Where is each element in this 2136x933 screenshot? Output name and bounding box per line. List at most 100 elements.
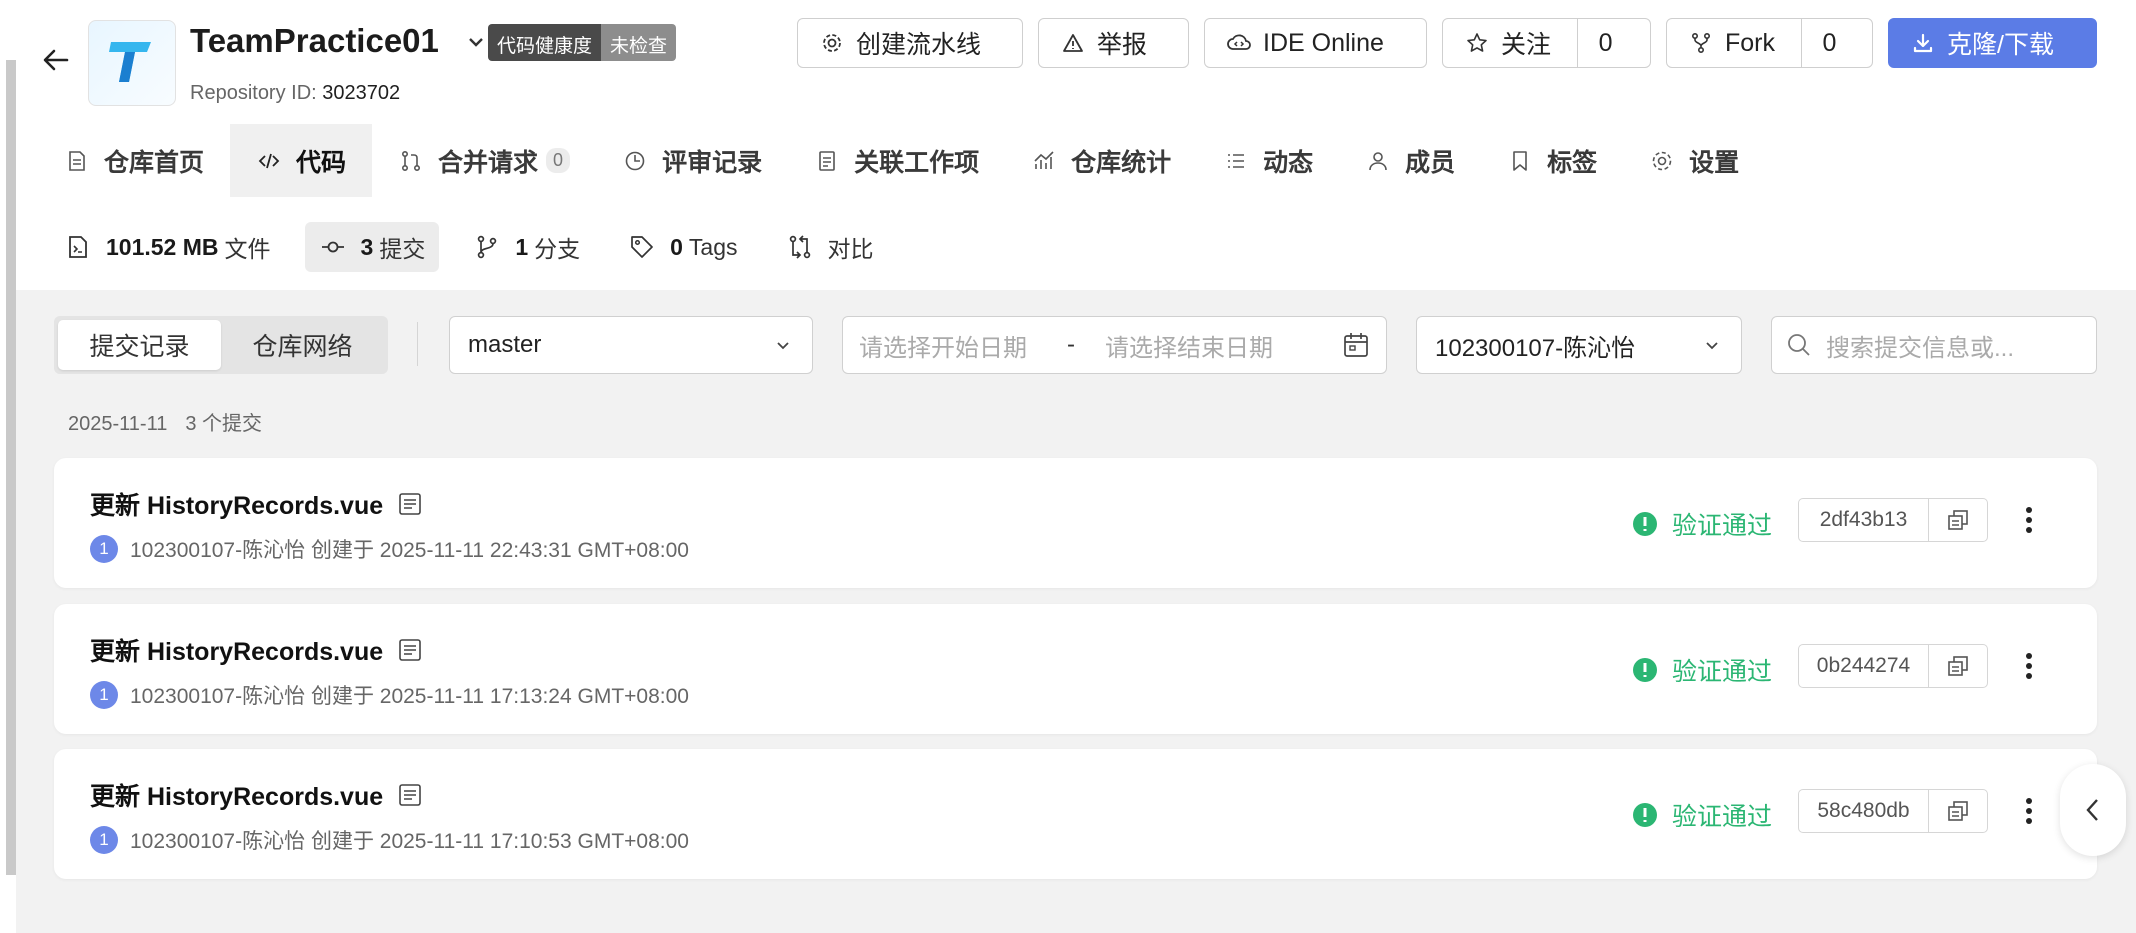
follow-label: 关注 [1501,31,1552,59]
author-select[interactable]: 102300107-陈沁怡 [1416,316,1742,374]
tab-merge-requests[interactable]: 合并请求 0 [372,124,596,197]
tab-settings[interactable]: 设置 [1623,124,1765,197]
compare-icon [786,233,814,261]
clone-download-button[interactable]: 克隆/下载 [1888,18,2097,68]
stat-commits[interactable]: 3 提交 [304,222,440,272]
tab-label: 标签 [1547,148,1598,177]
chevron-down-icon [1703,335,1723,355]
search-icon [1786,332,1812,358]
commit-title-text: 更新 HistoryRecords.vue [90,783,384,811]
commit-title-text: 更新 HistoryRecords.vue [90,638,384,666]
success-alert-icon [1633,803,1657,827]
tab-label: 评审记录 [662,148,763,177]
date-range-picker[interactable]: 请选择开始日期 - 请选择结束日期 [842,316,1387,374]
seg-repo-network[interactable]: 仓库网络 [221,320,384,370]
tab-code[interactable]: 代码 [230,124,373,197]
tab-work-items[interactable]: 关联工作项 [788,124,1005,197]
commit-search-input[interactable]: 搜索提交信息或... [1771,316,2097,374]
chevron-down-icon [774,335,794,355]
commit-card[interactable]: 更新 HistoryRecords.vue 1 102300107-陈沁怡 创建… [54,604,2097,734]
stat-size[interactable]: 101.52 MB 文件 [50,222,285,272]
stat-branches-value: 1 [515,233,529,260]
more-vertical-icon[interactable] [2014,789,2044,833]
ide-online-button[interactable]: IDE Online [1204,18,1427,68]
stat-compare[interactable]: 对比 [772,222,888,272]
author-avatar: 1 [90,535,118,563]
commit-title[interactable]: 更新 HistoryRecords.vue [90,777,425,813]
stat-commits-label: 提交 [379,236,426,262]
tag-icon [628,233,656,261]
verification-status[interactable]: 验证通过 [1632,652,1772,688]
copy-icon[interactable] [1929,790,1987,832]
merge-icon [398,148,424,174]
stat-size-value: 101.52 MB [106,233,219,260]
commit-hash-value[interactable]: 58c480db [1799,790,1929,832]
repo-name[interactable]: TeamPractice01 [190,22,439,60]
stat-tags-label: Tags [688,233,738,260]
commit-hash-value[interactable]: 2df43b13 [1799,499,1929,541]
tab-home[interactable]: 仓库首页 [38,124,230,197]
tab-activity[interactable]: 动态 [1197,124,1339,197]
end-date-input[interactable]: 请选择结束日期 [1105,328,1273,363]
back-arrow-icon[interactable] [36,40,76,80]
author-avatar: 1 [90,826,118,854]
workitem-icon [814,148,840,174]
follow-button[interactable]: 关注 0 [1442,18,1651,68]
list-icon [1223,148,1249,174]
stat-size-label: 文件 [224,236,271,262]
document-icon[interactable] [397,490,425,518]
warning-icon [1061,31,1085,55]
cloud-code-icon [1227,31,1251,55]
commit-card[interactable]: 更新 HistoryRecords.vue 1 102300107-陈沁怡 创建… [54,749,2097,879]
repo-tabs: 仓库首页 代码 合并请求 0 评审记录 关联工作项 仓库统计 动态 成员 标签 … [38,124,1765,197]
health-badge[interactable]: 代码健康度 未检查 [488,24,677,61]
collapse-panel-button[interactable] [2060,764,2126,856]
start-date-input[interactable]: 请选择开始日期 [859,328,1027,363]
tab-statistics[interactable]: 仓库统计 [1005,124,1197,197]
commit-card[interactable]: 更新 HistoryRecords.vue 1 102300107-陈沁怡 创建… [54,458,2097,588]
document-icon[interactable] [397,781,425,809]
document-icon[interactable] [397,636,425,664]
download-icon [1911,31,1935,55]
fork-icon [1689,31,1713,55]
chevron-down-icon[interactable] [464,30,488,54]
stat-branches[interactable]: 1 分支 [459,222,594,272]
commit-meta-text: 102300107-陈沁怡 创建于 2025-11-11 17:10:53 GM… [130,830,689,853]
branch-select[interactable]: master [449,316,813,374]
tab-label: 仓库首页 [104,148,205,177]
calendar-icon[interactable] [1342,331,1370,359]
commit-hash-value[interactable]: 0b244274 [1799,645,1929,687]
more-vertical-icon[interactable] [2014,644,2044,688]
commit-title[interactable]: 更新 HistoryRecords.vue [90,486,425,522]
bookmark-icon [1507,148,1533,174]
scrollbar[interactable] [6,60,16,875]
tab-reviews[interactable]: 评审记录 [596,124,788,197]
stat-tags[interactable]: 0 Tags [614,222,751,272]
divider [417,322,418,366]
commit-title[interactable]: 更新 HistoryRecords.vue [90,632,425,668]
verification-status-label: 验证通过 [1672,512,1773,540]
stat-tags-value: 0 [670,233,683,260]
verification-status[interactable]: 验证通过 [1632,797,1772,833]
create-pipeline-button[interactable]: 创建流水线 [797,18,1023,68]
copy-icon[interactable] [1929,499,1987,541]
author-avatar: 1 [90,681,118,709]
left-edge [0,0,16,933]
tab-labels[interactable]: 标签 [1481,124,1623,197]
group-date: 2025-11-11 [68,413,168,435]
seg-commit-records[interactable]: 提交记录 [58,320,221,370]
repo-id-label: Repository ID: [190,82,317,104]
stat-commits-value: 3 [360,233,374,260]
tab-label: 代码 [296,148,347,177]
more-vertical-icon[interactable] [2014,498,2044,542]
copy-icon[interactable] [1929,645,1987,687]
repo-stats: 101.52 MB 文件 3 提交 1 分支 0 Tags 对比 [50,222,908,272]
user-icon [1365,148,1391,174]
repo-id-value: 3023702 [322,82,401,104]
report-button[interactable]: 举报 [1038,18,1189,68]
code-icon [256,148,282,174]
follow-count: 0 [1577,19,1633,67]
fork-button[interactable]: Fork 0 [1666,18,1873,68]
verification-status[interactable]: 验证通过 [1632,506,1772,542]
tab-members[interactable]: 成员 [1339,124,1481,197]
